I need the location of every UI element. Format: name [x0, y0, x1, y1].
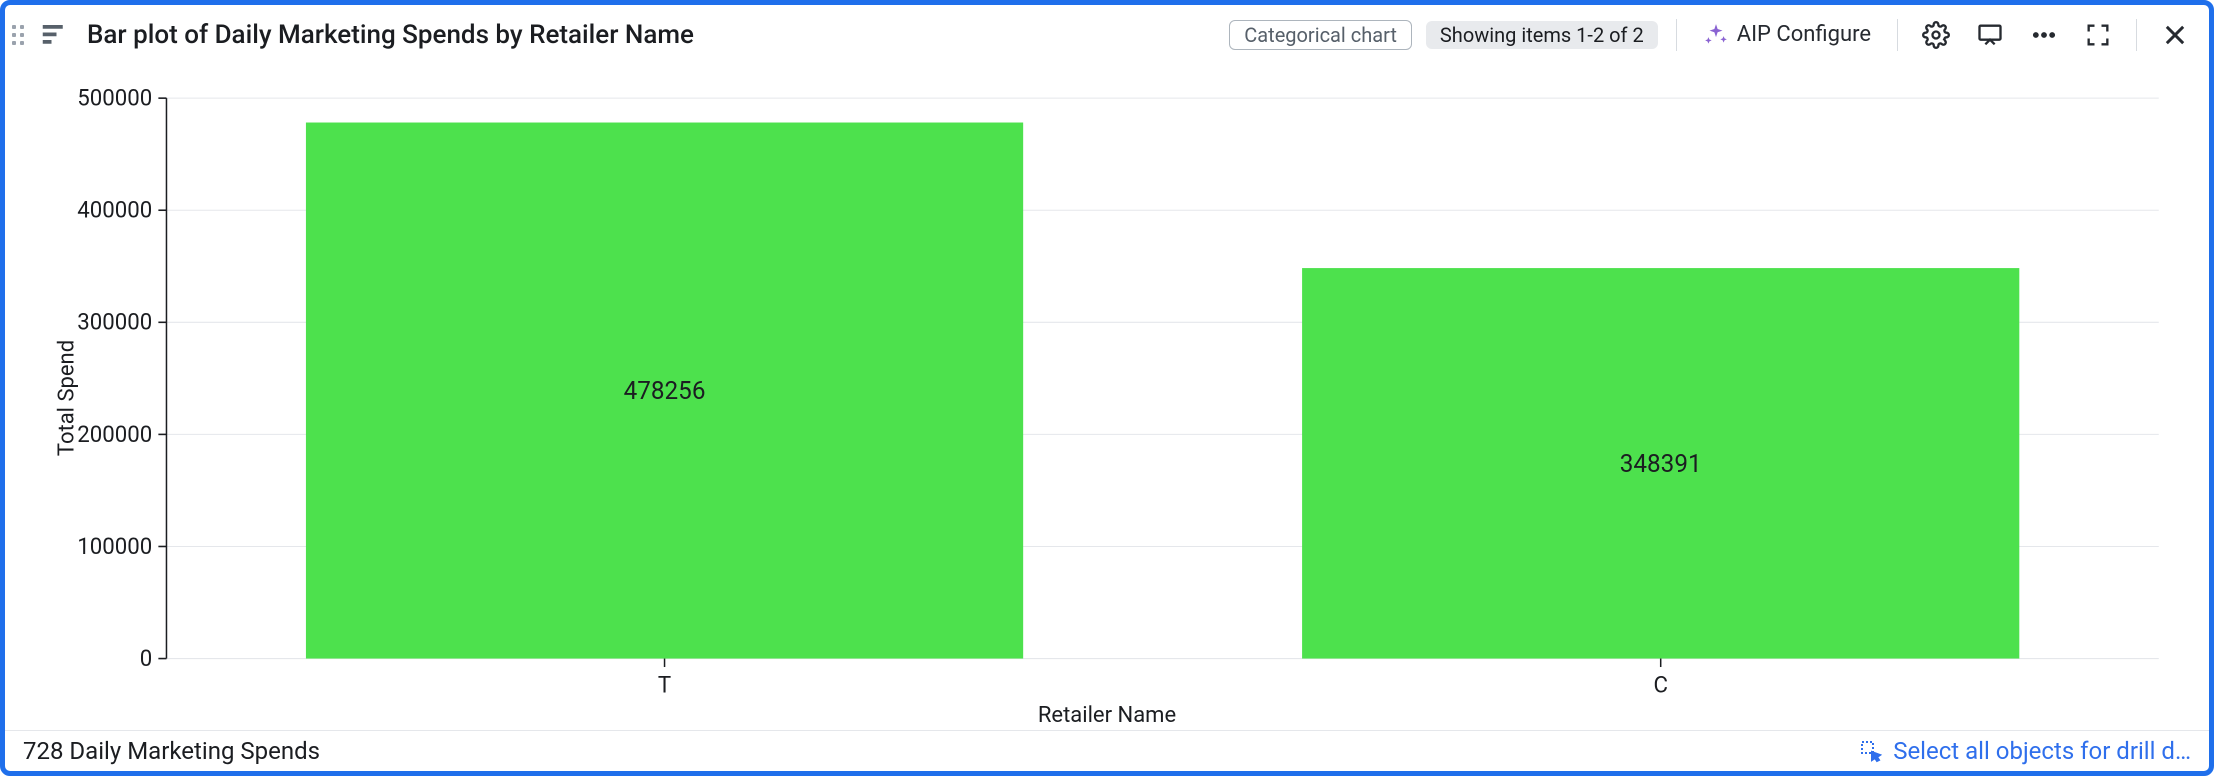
svg-text:100000: 100000 [77, 532, 152, 560]
record-count: 728 Daily Marketing Spends [23, 737, 320, 765]
chart-type-tag[interactable]: Categorical chart [1229, 20, 1412, 50]
svg-text:400000: 400000 [77, 196, 152, 224]
svg-text:T: T [658, 671, 672, 699]
drill-down-label: Select all objects for drill d… [1893, 737, 2191, 765]
chart-area: Total Spend 0 100000 200000 300000 400000 500… [5, 65, 2209, 730]
sparkle-icon [1703, 22, 1729, 48]
expand-icon [2084, 21, 2112, 49]
chart-widget: Bar plot of Daily Marketing Spends by Re… [0, 0, 2214, 776]
gear-icon [1922, 21, 1950, 49]
bar-chart-icon [39, 20, 69, 50]
svg-text:0: 0 [140, 644, 153, 672]
close-button[interactable] [2155, 15, 2195, 55]
aip-configure-label: AIP Configure [1737, 22, 1871, 47]
x-axis-title: Retailer Name [5, 703, 2209, 728]
svg-text:200000: 200000 [77, 420, 152, 448]
widget-title: Bar plot of Daily Marketing Spends by Re… [87, 20, 694, 50]
svg-text:C: C [1653, 671, 1667, 699]
widget-header: Bar plot of Daily Marketing Spends by Re… [5, 5, 2209, 65]
close-icon [2161, 21, 2189, 49]
svg-text:348391: 348391 [1620, 449, 1702, 479]
drag-handle-icon[interactable] [11, 24, 25, 46]
widget-footer: 728 Daily Marketing Spends Select all ob… [5, 730, 2209, 771]
bar-chart[interactable]: 0 100000 200000 300000 400000 500000 478256 T 34… [35, 77, 2179, 722]
present-button[interactable] [1970, 15, 2010, 55]
svg-text:500000: 500000 [77, 84, 152, 112]
select-drill-icon [1859, 739, 1883, 763]
y-axis-title: Total Spend [55, 339, 80, 455]
ellipsis-icon [2030, 21, 2058, 49]
expand-button[interactable] [2078, 15, 2118, 55]
settings-button[interactable] [1916, 15, 1956, 55]
drill-down-button[interactable]: Select all objects for drill d… [1859, 737, 2191, 765]
item-count-tag[interactable]: Showing items 1-2 of 2 [1426, 21, 1658, 49]
more-button[interactable] [2024, 15, 2064, 55]
svg-text:478256: 478256 [624, 377, 706, 407]
presentation-icon [1976, 21, 2004, 49]
aip-configure-button[interactable]: AIP Configure [1695, 18, 1879, 52]
svg-text:300000: 300000 [77, 308, 152, 336]
